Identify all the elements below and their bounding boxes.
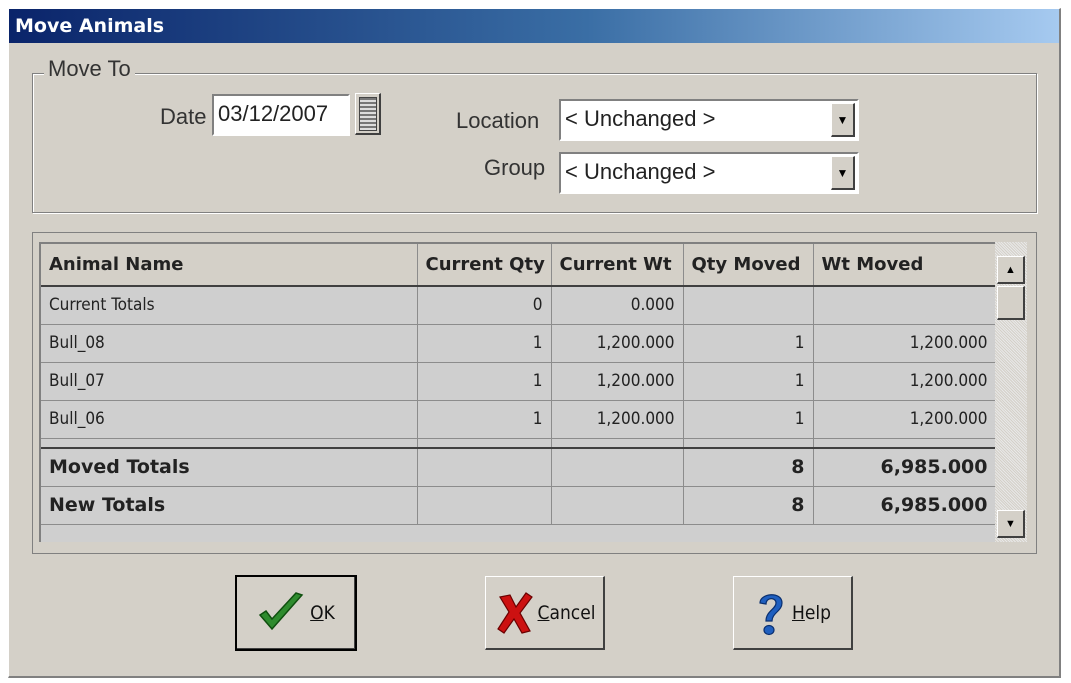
cell-wt-moved: 6,985.000 (813, 486, 997, 525)
header-row: Animal Name Current Qty Current Wt Qty M… (41, 244, 997, 287)
chevron-down-icon: ▼ (836, 165, 849, 180)
group-field[interactable]: < Unchanged > (559, 152, 859, 194)
location-dropdown-arrow[interactable]: ▼ (831, 103, 855, 137)
location-value: < Unchanged > (565, 106, 716, 131)
window-title: Move Animals (15, 15, 165, 37)
totals-separator (41, 438, 997, 449)
cell-name: Bull_08 (41, 324, 418, 363)
col-current-wt[interactable]: Current Wt (551, 244, 684, 287)
location-field[interactable]: < Unchanged > (559, 99, 859, 141)
scroll-down-button[interactable]: ▼ (997, 510, 1025, 538)
cell-current-wt: 0.000 (551, 286, 684, 325)
cell-current-qty (417, 486, 552, 525)
cell-wt-moved: 6,985.000 (813, 448, 997, 487)
calendar-button[interactable] (355, 93, 381, 135)
cancel-button[interactable]: Cancel (485, 576, 605, 650)
location-label: Location (456, 108, 540, 133)
scroll-up-button[interactable]: ▲ (997, 256, 1025, 284)
move-to-groupbox (32, 73, 1037, 213)
separator-cell (683, 438, 814, 449)
move-to-group-label: Move To (44, 56, 135, 82)
cell-name: Current Totals (41, 286, 418, 325)
cell-current-wt (551, 448, 684, 487)
cell-current-wt: 1,200.000 (551, 324, 684, 363)
cell-current-qty: 1 (417, 362, 552, 401)
chevron-up-icon: ▲ (1005, 263, 1016, 276)
cell-qty-moved[interactable]: 1 (683, 362, 814, 401)
animals-table: Animal Name Current Qty Current Wt Qty M… (41, 244, 997, 525)
date-value: 03/12/2007 (218, 101, 329, 126)
chevron-down-icon: ▼ (836, 112, 849, 127)
animals-grid[interactable]: Animal Name Current Qty Current Wt Qty M… (39, 242, 997, 542)
title-bar[interactable]: Move Animals (9, 9, 1059, 43)
table-row[interactable]: Bull_06 1 1,200.000 1 1,200.000 (41, 400, 997, 439)
cell-current-wt: 1,200.000 (551, 400, 684, 439)
group-value: < Unchanged > (565, 159, 716, 184)
cell-qty-moved: 8 (683, 448, 814, 487)
chevron-down-icon: ▼ (1005, 517, 1016, 530)
help-button[interactable]: Help (733, 576, 853, 650)
group-label: Group (484, 155, 546, 180)
group-dropdown[interactable]: < Unchanged > ▼ (559, 152, 859, 194)
cell-current-qty: 1 (417, 400, 552, 439)
red-x-icon (496, 591, 533, 634)
table-row[interactable]: Bull_08 1 1,200.000 1 1,200.000 (41, 324, 997, 363)
cell-qty-moved[interactable] (683, 286, 814, 325)
separator-cell (551, 438, 684, 449)
cell-qty-moved: 8 (683, 486, 814, 525)
cell-name: Bull_07 (41, 362, 418, 401)
cell-current-wt: 1,200.000 (551, 362, 684, 401)
scroll-thumb[interactable] (997, 286, 1025, 320)
cell-wt-moved[interactable] (813, 286, 997, 325)
ok-button-label: OK (310, 601, 335, 624)
totals-row: Moved Totals 8 6,985.000 (41, 448, 997, 487)
date-input[interactable]: 03/12/2007 (212, 94, 350, 136)
table-row[interactable]: Current Totals 0 0.000 (41, 286, 997, 325)
help-button-label: Help (792, 601, 831, 624)
checkmark-icon (259, 591, 304, 630)
col-animal-name[interactable]: Animal Name (41, 244, 418, 287)
cell-name: Bull_06 (41, 400, 418, 439)
cell-wt-moved[interactable]: 1,200.000 (813, 400, 997, 439)
calendar-icon (359, 97, 377, 131)
cell-current-wt (551, 486, 684, 525)
cell-wt-moved[interactable]: 1,200.000 (813, 362, 997, 401)
location-dropdown[interactable]: < Unchanged > ▼ (559, 99, 859, 141)
cell-wt-moved[interactable]: 1,200.000 (813, 324, 997, 363)
cell-current-qty (417, 448, 552, 487)
col-qty-moved[interactable]: Qty Moved (683, 244, 814, 287)
cell-name: Moved Totals (41, 448, 418, 487)
vertical-scrollbar[interactable]: ▲ ▼ (995, 242, 1027, 542)
separator-cell (41, 438, 418, 449)
question-mark-icon (759, 593, 783, 635)
cell-qty-moved[interactable]: 1 (683, 324, 814, 363)
cell-current-qty: 0 (417, 286, 552, 325)
cell-qty-moved[interactable]: 1 (683, 400, 814, 439)
totals-row: New Totals 8 6,985.000 (41, 486, 997, 525)
cell-current-qty: 1 (417, 324, 552, 363)
group-dropdown-arrow[interactable]: ▼ (831, 156, 855, 190)
cell-name: New Totals (41, 486, 418, 525)
separator-cell (417, 438, 552, 449)
table-row[interactable]: Bull_07 1 1,200.000 1 1,200.000 (41, 362, 997, 401)
date-label: Date (160, 104, 207, 129)
ok-button[interactable]: OK (235, 575, 357, 651)
cancel-button-label: Cancel (537, 601, 596, 624)
separator-cell (813, 438, 997, 449)
col-current-qty[interactable]: Current Qty (417, 244, 552, 287)
col-wt-moved[interactable]: Wt Moved (813, 244, 997, 287)
